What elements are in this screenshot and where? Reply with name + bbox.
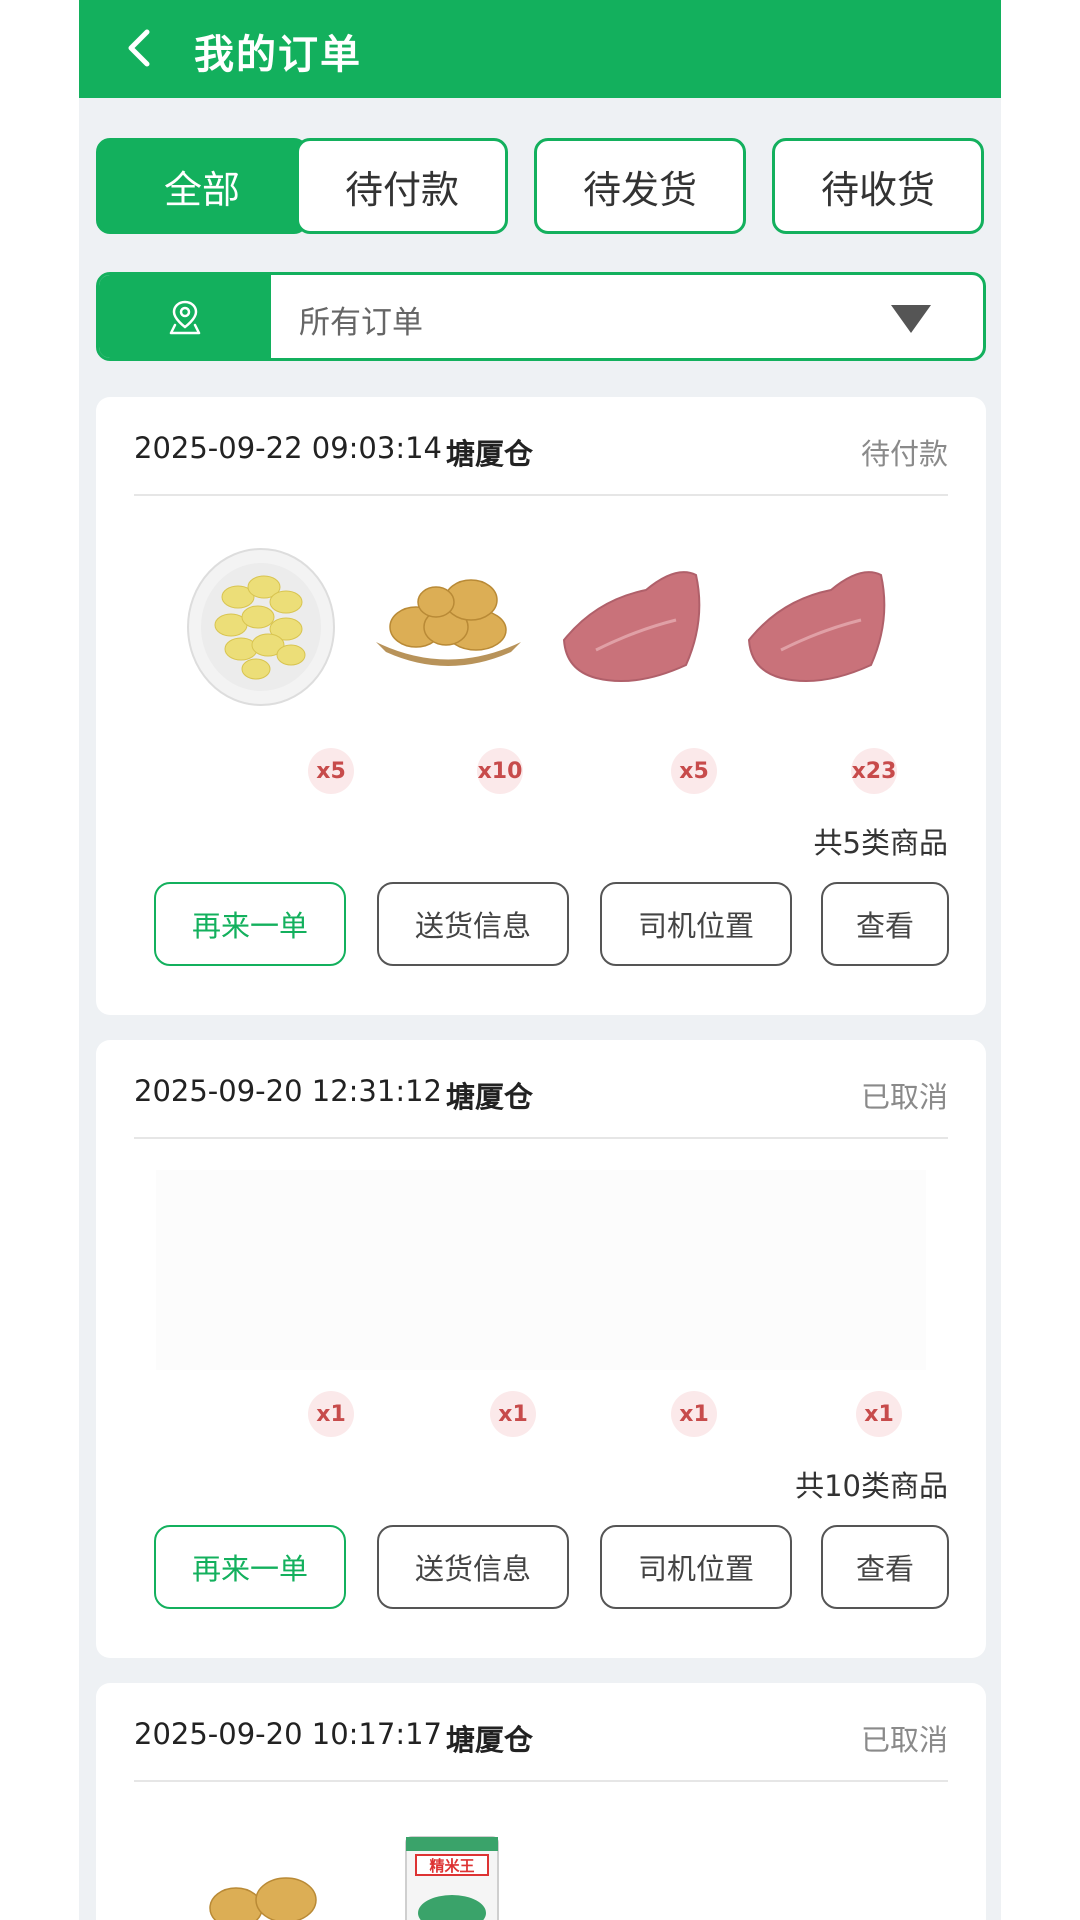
back-button[interactable] [119,26,163,70]
order-card[interactable]: 2025-09-20 10:17:17 塘厦仓 已取消 精米王 [96,1683,986,1920]
location-pin-icon [99,275,271,358]
order-status: 已取消 [860,1080,948,1114]
divider [134,1137,948,1139]
view-button[interactable]: 查看 [821,1525,949,1609]
order-header: 2025-09-22 09:03:14 塘厦仓 待付款 [134,431,948,475]
item-quantity: x10 [477,748,523,794]
tab-all[interactable]: 全部 [96,138,308,234]
order-time: 2025-09-22 09:03:14 [134,431,442,465]
chevron-left-icon [128,29,150,67]
order-header: 2025-09-20 12:31:12 塘厦仓 已取消 [134,1074,948,1118]
order-status: 已取消 [860,1723,948,1757]
warehouse-name: 塘厦仓 [446,1080,534,1114]
order-time: 2025-09-20 12:31:12 [134,1074,442,1108]
warehouse-name: 塘厦仓 [446,437,534,471]
tab-pending-receipt[interactable]: 待收货 [772,138,984,234]
filter-label: 所有订单 [299,305,423,341]
rice-bag-brand: 精米王 [429,1857,474,1875]
driver-location-button[interactable]: 司机位置 [600,1525,792,1609]
warehouse-name: 塘厦仓 [446,1723,534,1757]
tab-pending-shipment[interactable]: 待发货 [534,138,746,234]
order-status: 待付款 [860,437,948,471]
order-card[interactable]: 2025-09-20 12:31:12 塘厦仓 已取消 x1 x1 x1 x1 … [96,1040,986,1658]
order-card[interactable]: 2025-09-22 09:03:14 塘厦仓 待付款 x5 x10 x5 x2… [96,397,986,1015]
reorder-button[interactable]: 再来一单 [154,1525,346,1609]
item-quantity: x23 [851,748,897,794]
item-quantity: x5 [671,748,717,794]
item-quantity: x5 [308,748,354,794]
driver-location-button[interactable]: 司机位置 [600,882,792,966]
app-screen: 我的订单 全部 待付款 待发货 待收货 所有订单 2025-09-22 09:0… [79,0,1001,1920]
order-time: 2025-09-20 10:17:17 [134,1717,442,1751]
item-quantity: x1 [308,1391,354,1437]
top-bar: 我的订单 [79,0,1001,98]
view-button[interactable]: 查看 [821,882,949,966]
delivery-info-button[interactable]: 送货信息 [377,882,569,966]
potatoes-basket-icon [209,1877,317,1920]
tab-pending-payment[interactable]: 待付款 [296,138,508,234]
reorder-button[interactable]: 再来一单 [154,882,346,966]
order-filter-dropdown[interactable]: 所有订单 [96,272,986,361]
dropdown-arrow-icon [891,305,931,333]
rice-bag-icon: 精米王 [405,1836,499,1920]
divider [134,1780,948,1782]
page-title: 我的订单 [194,32,362,78]
item-quantity: x1 [490,1391,536,1437]
pork-meat-icon [747,571,886,683]
order-header: 2025-09-20 10:17:17 塘厦仓 已取消 [134,1717,948,1761]
delivery-info-button[interactable]: 送货信息 [377,1525,569,1609]
status-tabs: 全部 待付款 待发货 待收货 [96,138,986,234]
item-count-summary: 共10类商品 [795,1469,948,1503]
sliced-potato-plate-icon [187,548,335,706]
product-images-placeholder [156,1170,926,1370]
divider [134,494,948,496]
potatoes-basket-icon [376,579,521,666]
item-quantity: x1 [856,1391,902,1437]
pork-meat-icon [562,571,701,683]
item-quantity: x1 [671,1391,717,1437]
item-count-summary: 共5类商品 [813,826,948,860]
